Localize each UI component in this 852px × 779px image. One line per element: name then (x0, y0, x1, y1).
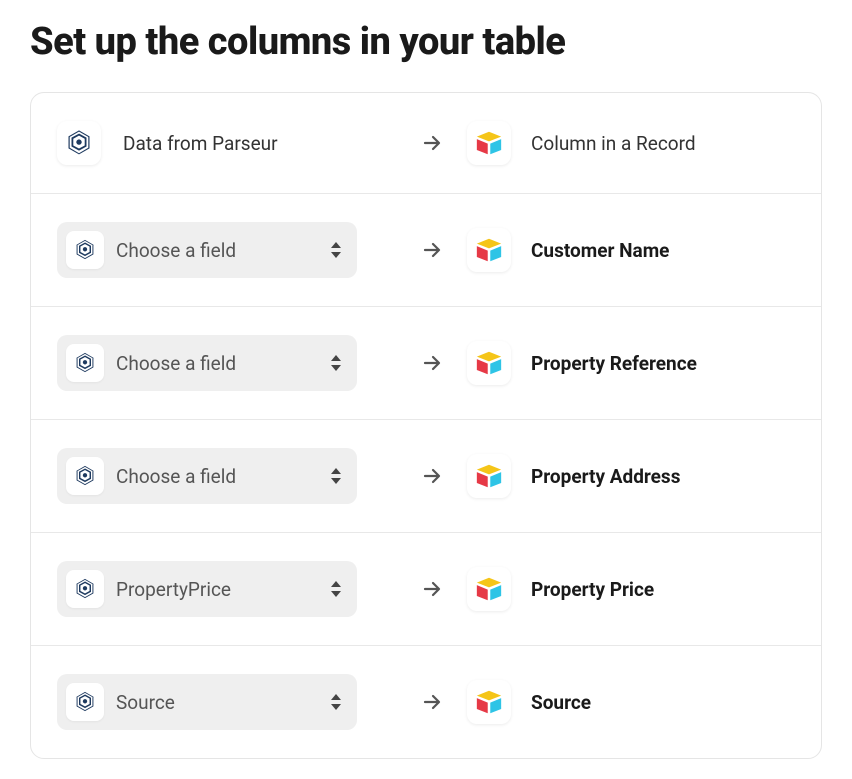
parseur-icon (57, 121, 101, 165)
column-mapping-table: Data from Parseur Column in a Record Cho… (30, 92, 822, 759)
field-selector-label: PropertyPrice (116, 578, 317, 601)
airtable-icon (467, 341, 511, 385)
source-field-selector[interactable]: Source (57, 674, 357, 730)
source-field-selector[interactable]: Choose a field (57, 448, 357, 504)
airtable-icon (467, 228, 511, 272)
parseur-icon (66, 457, 104, 495)
source-field-selector[interactable]: Choose a field (57, 222, 357, 278)
chevron-sort-icon (329, 693, 343, 711)
target-column-label: Property Reference (531, 352, 697, 375)
airtable-icon (467, 121, 511, 165)
field-selector-label: Choose a field (116, 465, 317, 488)
parseur-icon (66, 683, 104, 721)
source-field-selector[interactable]: PropertyPrice (57, 561, 357, 617)
target-column-label: Property Price (531, 578, 654, 601)
mapping-row: Choose a field Property Address (31, 420, 821, 533)
page-title: Set up the columns in your table (30, 20, 822, 64)
mapping-row: Choose a field Customer Name (31, 194, 821, 307)
arrow-right-icon (420, 131, 444, 155)
chevron-sort-icon (329, 241, 343, 259)
mapping-row: Source Source (31, 646, 821, 758)
arrow-right-icon (420, 464, 444, 488)
arrow-right-icon (420, 577, 444, 601)
parseur-icon (66, 231, 104, 269)
arrow-right-icon (420, 238, 444, 262)
chevron-sort-icon (329, 467, 343, 485)
airtable-icon (467, 567, 511, 611)
field-selector-label: Choose a field (116, 239, 317, 262)
target-header-label: Column in a Record (531, 132, 696, 155)
mapping-row: Choose a field Property Reference (31, 307, 821, 420)
parseur-icon (66, 570, 104, 608)
airtable-icon (467, 454, 511, 498)
arrow-right-icon (420, 690, 444, 714)
target-column-label: Customer Name (531, 239, 669, 262)
source-field-selector[interactable]: Choose a field (57, 335, 357, 391)
mapping-row: PropertyPrice Property Price (31, 533, 821, 646)
arrow-right-icon (420, 351, 444, 375)
chevron-sort-icon (329, 580, 343, 598)
target-column-label: Property Address (531, 465, 680, 488)
airtable-icon (467, 680, 511, 724)
target-column-label: Source (531, 691, 591, 714)
parseur-icon (66, 344, 104, 382)
mapping-header-row: Data from Parseur Column in a Record (31, 93, 821, 194)
field-selector-label: Choose a field (116, 352, 317, 375)
chevron-sort-icon (329, 354, 343, 372)
field-selector-label: Source (116, 691, 317, 714)
source-header-label: Data from Parseur (123, 132, 278, 155)
